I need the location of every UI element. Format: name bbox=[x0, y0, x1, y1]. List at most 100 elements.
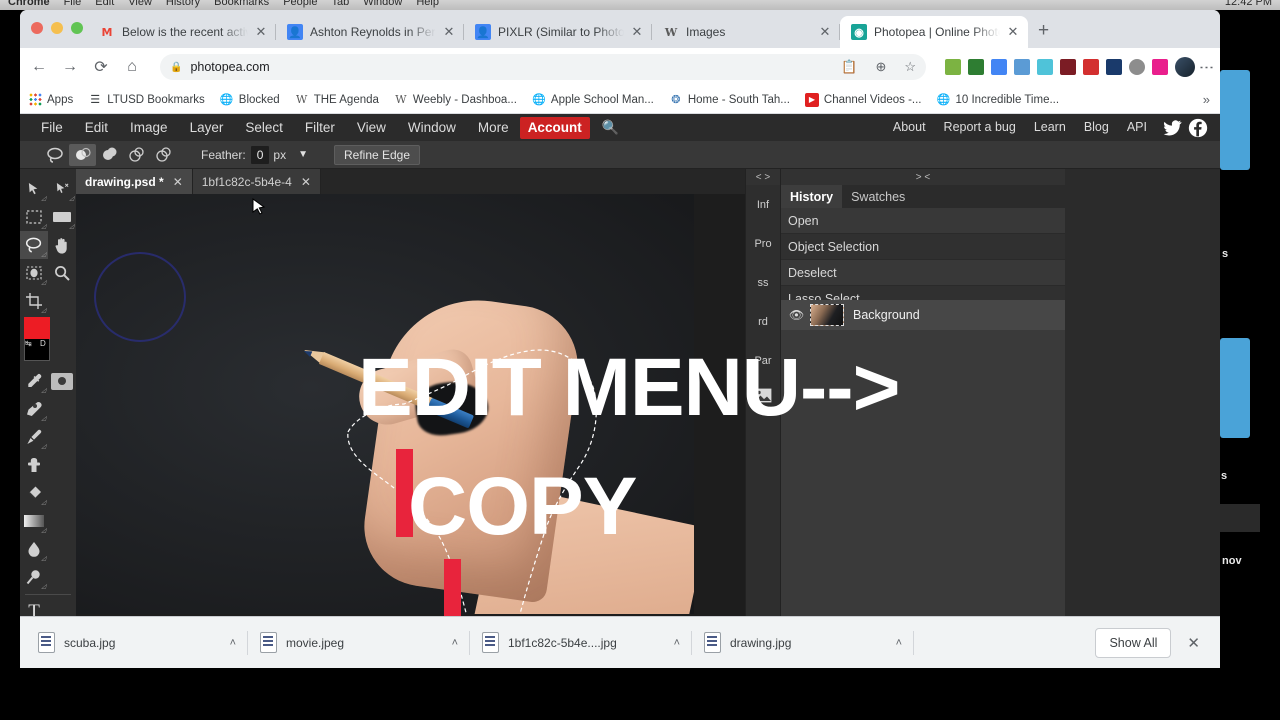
eraser-tool-icon[interactable]: ◿ bbox=[20, 479, 48, 507]
download-menu-icon[interactable]: ˄ bbox=[452, 637, 458, 649]
search-icon[interactable]: 🔍 bbox=[602, 119, 619, 136]
reload-icon[interactable]: ⟳ bbox=[92, 57, 110, 77]
patch-tool-icon[interactable]: ◿ bbox=[20, 395, 48, 423]
extension-icon-feed[interactable] bbox=[968, 59, 984, 75]
menu-blog[interactable]: Blog bbox=[1075, 114, 1118, 141]
clipboard-icon[interactable]: 📋 bbox=[841, 59, 857, 75]
download-item-scuba[interactable]: scuba.jpg ˄ bbox=[26, 625, 248, 661]
quick-mask-icon[interactable] bbox=[48, 367, 76, 395]
menu-api[interactable]: API bbox=[1118, 114, 1156, 141]
extension-icon-green[interactable] bbox=[945, 59, 961, 75]
menu-view[interactable]: View bbox=[346, 114, 397, 141]
download-menu-icon[interactable]: ˄ bbox=[896, 637, 902, 649]
menu-about[interactable]: About bbox=[884, 114, 935, 141]
extension-icon-grey[interactable] bbox=[1129, 59, 1145, 75]
close-document-icon[interactable]: ✕ bbox=[301, 175, 311, 189]
bookmark-agenda[interactable]: W THE Agenda bbox=[295, 93, 379, 107]
feather-input[interactable]: 0 bbox=[250, 145, 270, 164]
zoom-icon[interactable]: ⊕ bbox=[875, 59, 886, 75]
macos-menu-item[interactable]: Bookmarks bbox=[214, 0, 269, 8]
menu-layer[interactable]: Layer bbox=[179, 114, 235, 141]
bookmark-apple-school[interactable]: 🌐 Apple School Man... bbox=[532, 93, 654, 107]
extension-icon-docs[interactable] bbox=[1014, 59, 1030, 75]
bookmark-weebly[interactable]: W Weebly - Dashboa... bbox=[394, 93, 517, 107]
new-selection-button[interactable] bbox=[69, 143, 96, 166]
macos-menu-item[interactable]: Window bbox=[363, 0, 402, 8]
intersect-selection-button[interactable] bbox=[150, 144, 177, 166]
star-icon[interactable]: ☆ bbox=[904, 59, 916, 75]
download-item-1bf1c82c[interactable]: 1bf1c82c-5b4e....jpg ˄ bbox=[470, 625, 692, 661]
gradient-tool-icon[interactable]: ◿ bbox=[20, 507, 48, 535]
menu-file[interactable]: File bbox=[30, 114, 74, 141]
menu-select[interactable]: Select bbox=[234, 114, 294, 141]
bookmark-apps[interactable]: Apps bbox=[28, 93, 73, 107]
hand-tool-icon[interactable] bbox=[48, 231, 76, 259]
browser-tab-ashton[interactable]: 👤 Ashton Reynolds in Perazz ✕ bbox=[276, 16, 464, 48]
close-tab-icon[interactable]: ✕ bbox=[631, 24, 643, 40]
clone-stamp-tool-icon[interactable] bbox=[20, 451, 48, 479]
lasso-tool-icon[interactable] bbox=[42, 144, 69, 166]
download-item-drawing[interactable]: drawing.jpg ˄ bbox=[692, 625, 914, 661]
bookmark-blocked[interactable]: 🌐 Blocked bbox=[220, 93, 280, 107]
tab-history[interactable]: History bbox=[781, 185, 843, 208]
extension-icon-navy[interactable] bbox=[1106, 59, 1122, 75]
rectangular-marquee-tool-icon[interactable]: ◿ bbox=[20, 203, 48, 231]
close-tab-icon[interactable]: ✕ bbox=[819, 24, 831, 40]
show-all-downloads-button[interactable]: Show All bbox=[1095, 627, 1172, 658]
menu-report-bug[interactable]: Report a bug bbox=[935, 114, 1025, 141]
feather-dropdown-icon[interactable]: ▼ bbox=[298, 149, 308, 160]
extension-icon-blue[interactable] bbox=[991, 59, 1007, 75]
menu-window[interactable]: Window bbox=[397, 114, 467, 141]
menu-image[interactable]: Image bbox=[119, 114, 179, 141]
browser-tab-pixlr[interactable]: 👤 PIXLR (Similar to Photosho ✕ bbox=[464, 16, 652, 48]
browser-tab-photopea[interactable]: ◉ Photopea | Online Photo E ✕ bbox=[840, 16, 1028, 48]
subtract-from-selection-button[interactable] bbox=[123, 144, 150, 166]
crop-tool-icon[interactable]: ◿ bbox=[20, 287, 48, 315]
refine-edge-button[interactable]: Refine Edge bbox=[333, 144, 421, 165]
macos-menu-item[interactable]: History bbox=[166, 0, 200, 8]
move-tool-icon[interactable]: ◿ bbox=[20, 175, 48, 203]
rail-item-properties[interactable]: Pro bbox=[746, 224, 780, 263]
rectangle-tool-icon[interactable]: ◿ bbox=[48, 203, 76, 231]
macos-menu-item[interactable]: View bbox=[128, 0, 152, 8]
download-menu-icon[interactable]: ˄ bbox=[230, 637, 236, 649]
chrome-menu-icon[interactable]: ⋮ bbox=[1198, 60, 1215, 75]
rail-collapse-icon[interactable]: < > bbox=[746, 169, 780, 185]
document-tab-drawing[interactable]: drawing.psd * ✕ bbox=[76, 169, 193, 194]
menu-learn[interactable]: Learn bbox=[1025, 114, 1075, 141]
layer-row-background[interactable]: 👁 Background bbox=[781, 300, 1065, 330]
forward-icon[interactable]: → bbox=[61, 58, 79, 76]
dock-collapse-icon[interactable]: > < bbox=[781, 169, 1065, 185]
bookmark-channel-videos[interactable]: ▶ Channel Videos -... bbox=[804, 92, 922, 107]
browser-tab-gmail[interactable]: M Below is the recent activity ✕ bbox=[88, 16, 276, 48]
foreground-color-swatch[interactable] bbox=[24, 317, 50, 339]
macos-menu-item[interactable]: People bbox=[283, 0, 317, 8]
close-downloads-bar-icon[interactable]: ✕ bbox=[1171, 634, 1214, 652]
history-item[interactable]: Open bbox=[781, 208, 1065, 234]
color-swatches[interactable]: ↹ D bbox=[20, 315, 76, 367]
home-icon[interactable]: ⌂ bbox=[123, 58, 141, 76]
zoom-tool-icon[interactable] bbox=[48, 259, 76, 287]
bookmark-ltusd[interactable]: ☰ LTUSD Bookmarks bbox=[88, 93, 205, 107]
bookmark-10-incredible[interactable]: 🌐 10 Incredible Time... bbox=[937, 93, 1059, 107]
add-to-selection-button[interactable] bbox=[96, 144, 123, 166]
blur-tool-icon[interactable]: ◿ bbox=[20, 535, 48, 563]
brush-tool-icon[interactable]: ◿ bbox=[20, 423, 48, 451]
extension-icon-teal[interactable] bbox=[1037, 59, 1053, 75]
download-menu-icon[interactable]: ˄ bbox=[674, 637, 680, 649]
menu-edit[interactable]: Edit bbox=[74, 114, 119, 141]
swap-colors-icon[interactable]: ↹ bbox=[25, 339, 32, 348]
document-tab-1bf1c82c[interactable]: 1bf1c82c-5b4e-4 ✕ bbox=[192, 169, 321, 194]
tab-swatches[interactable]: Swatches bbox=[842, 185, 914, 208]
lasso-tool-icon[interactable]: ◿ bbox=[20, 231, 48, 259]
menu-more[interactable]: More bbox=[467, 114, 520, 141]
macos-menu-item[interactable]: Help bbox=[416, 0, 439, 8]
close-tab-icon[interactable]: ✕ bbox=[255, 24, 267, 40]
facebook-icon[interactable] bbox=[1188, 118, 1208, 138]
dodge-tool-icon[interactable]: ◿ bbox=[20, 563, 48, 591]
address-bar[interactable]: 🔒 photopea.com 📋 ⊕ ☆ bbox=[160, 54, 926, 80]
eyedropper-tool-icon[interactable]: ◿ bbox=[20, 367, 48, 395]
object-selection-tool-icon[interactable]: ◿ bbox=[20, 259, 48, 287]
history-item[interactable]: Deselect bbox=[781, 260, 1065, 286]
back-icon[interactable]: ← bbox=[30, 58, 48, 76]
